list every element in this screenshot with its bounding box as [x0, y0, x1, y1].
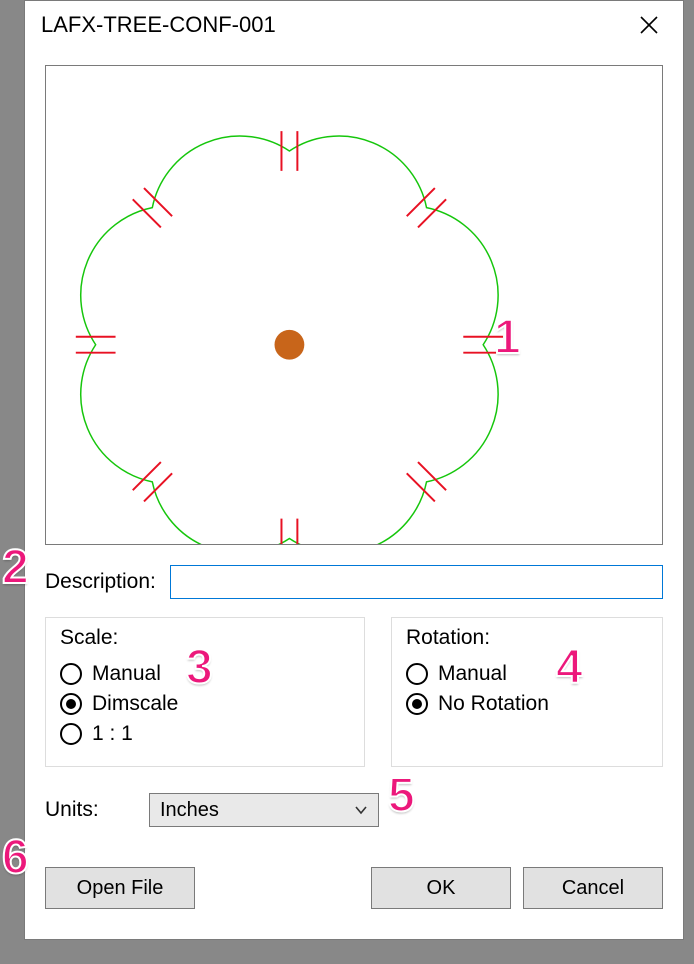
radio-label: No Rotation: [438, 692, 549, 716]
window-title: LAFX-TREE-CONF-001: [41, 12, 629, 38]
cancel-button[interactable]: Cancel: [523, 867, 663, 909]
button-label: OK: [427, 877, 456, 900]
close-button[interactable]: [629, 5, 669, 45]
description-row: Description:: [45, 565, 663, 599]
radio-icon: [406, 663, 428, 685]
tree-symbol-preview: [46, 66, 662, 544]
scale-option-one-to-one[interactable]: 1 : 1: [60, 722, 350, 746]
rotation-group: Rotation: Manual No Rotation: [391, 617, 663, 767]
button-label: Cancel: [562, 877, 624, 900]
titlebar: LAFX-TREE-CONF-001: [25, 1, 683, 49]
scale-group-title: Scale:: [60, 626, 350, 650]
radio-icon: [406, 693, 428, 715]
tree-trunk-dot: [275, 330, 305, 360]
dialog-window: LAFX-TREE-CONF-001: [24, 0, 684, 940]
units-select[interactable]: Inches: [149, 793, 379, 827]
scale-option-dimscale[interactable]: Dimscale: [60, 692, 350, 716]
radio-icon: [60, 723, 82, 745]
preview-panel: [45, 65, 663, 545]
units-label: Units:: [45, 798, 135, 822]
radio-icon: [60, 693, 82, 715]
rotation-option-manual[interactable]: Manual: [406, 662, 648, 686]
chevron-down-icon: [354, 803, 368, 817]
radio-label: Manual: [92, 662, 161, 686]
spacer: [207, 867, 359, 909]
dialog-content: Description: Scale: Manual Dimscale 1 : …: [25, 49, 683, 939]
description-input[interactable]: [170, 565, 663, 599]
scale-option-manual[interactable]: Manual: [60, 662, 350, 686]
rotation-option-none[interactable]: No Rotation: [406, 692, 648, 716]
radio-label: Manual: [438, 662, 507, 686]
units-row: Units: Inches: [45, 793, 663, 827]
close-icon: [640, 16, 658, 34]
button-label: Open File: [77, 877, 164, 900]
radio-label: Dimscale: [92, 692, 178, 716]
radio-label: 1 : 1: [92, 722, 133, 746]
radio-icon: [60, 663, 82, 685]
units-selected-value: Inches: [160, 799, 354, 822]
ok-button[interactable]: OK: [371, 867, 511, 909]
scale-group: Scale: Manual Dimscale 1 : 1: [45, 617, 365, 767]
button-row: Open File OK Cancel: [45, 867, 663, 909]
rotation-group-title: Rotation:: [406, 626, 648, 650]
open-file-button[interactable]: Open File: [45, 867, 195, 909]
description-label: Description:: [45, 570, 156, 594]
option-groups: Scale: Manual Dimscale 1 : 1 Rotation:: [45, 617, 663, 767]
